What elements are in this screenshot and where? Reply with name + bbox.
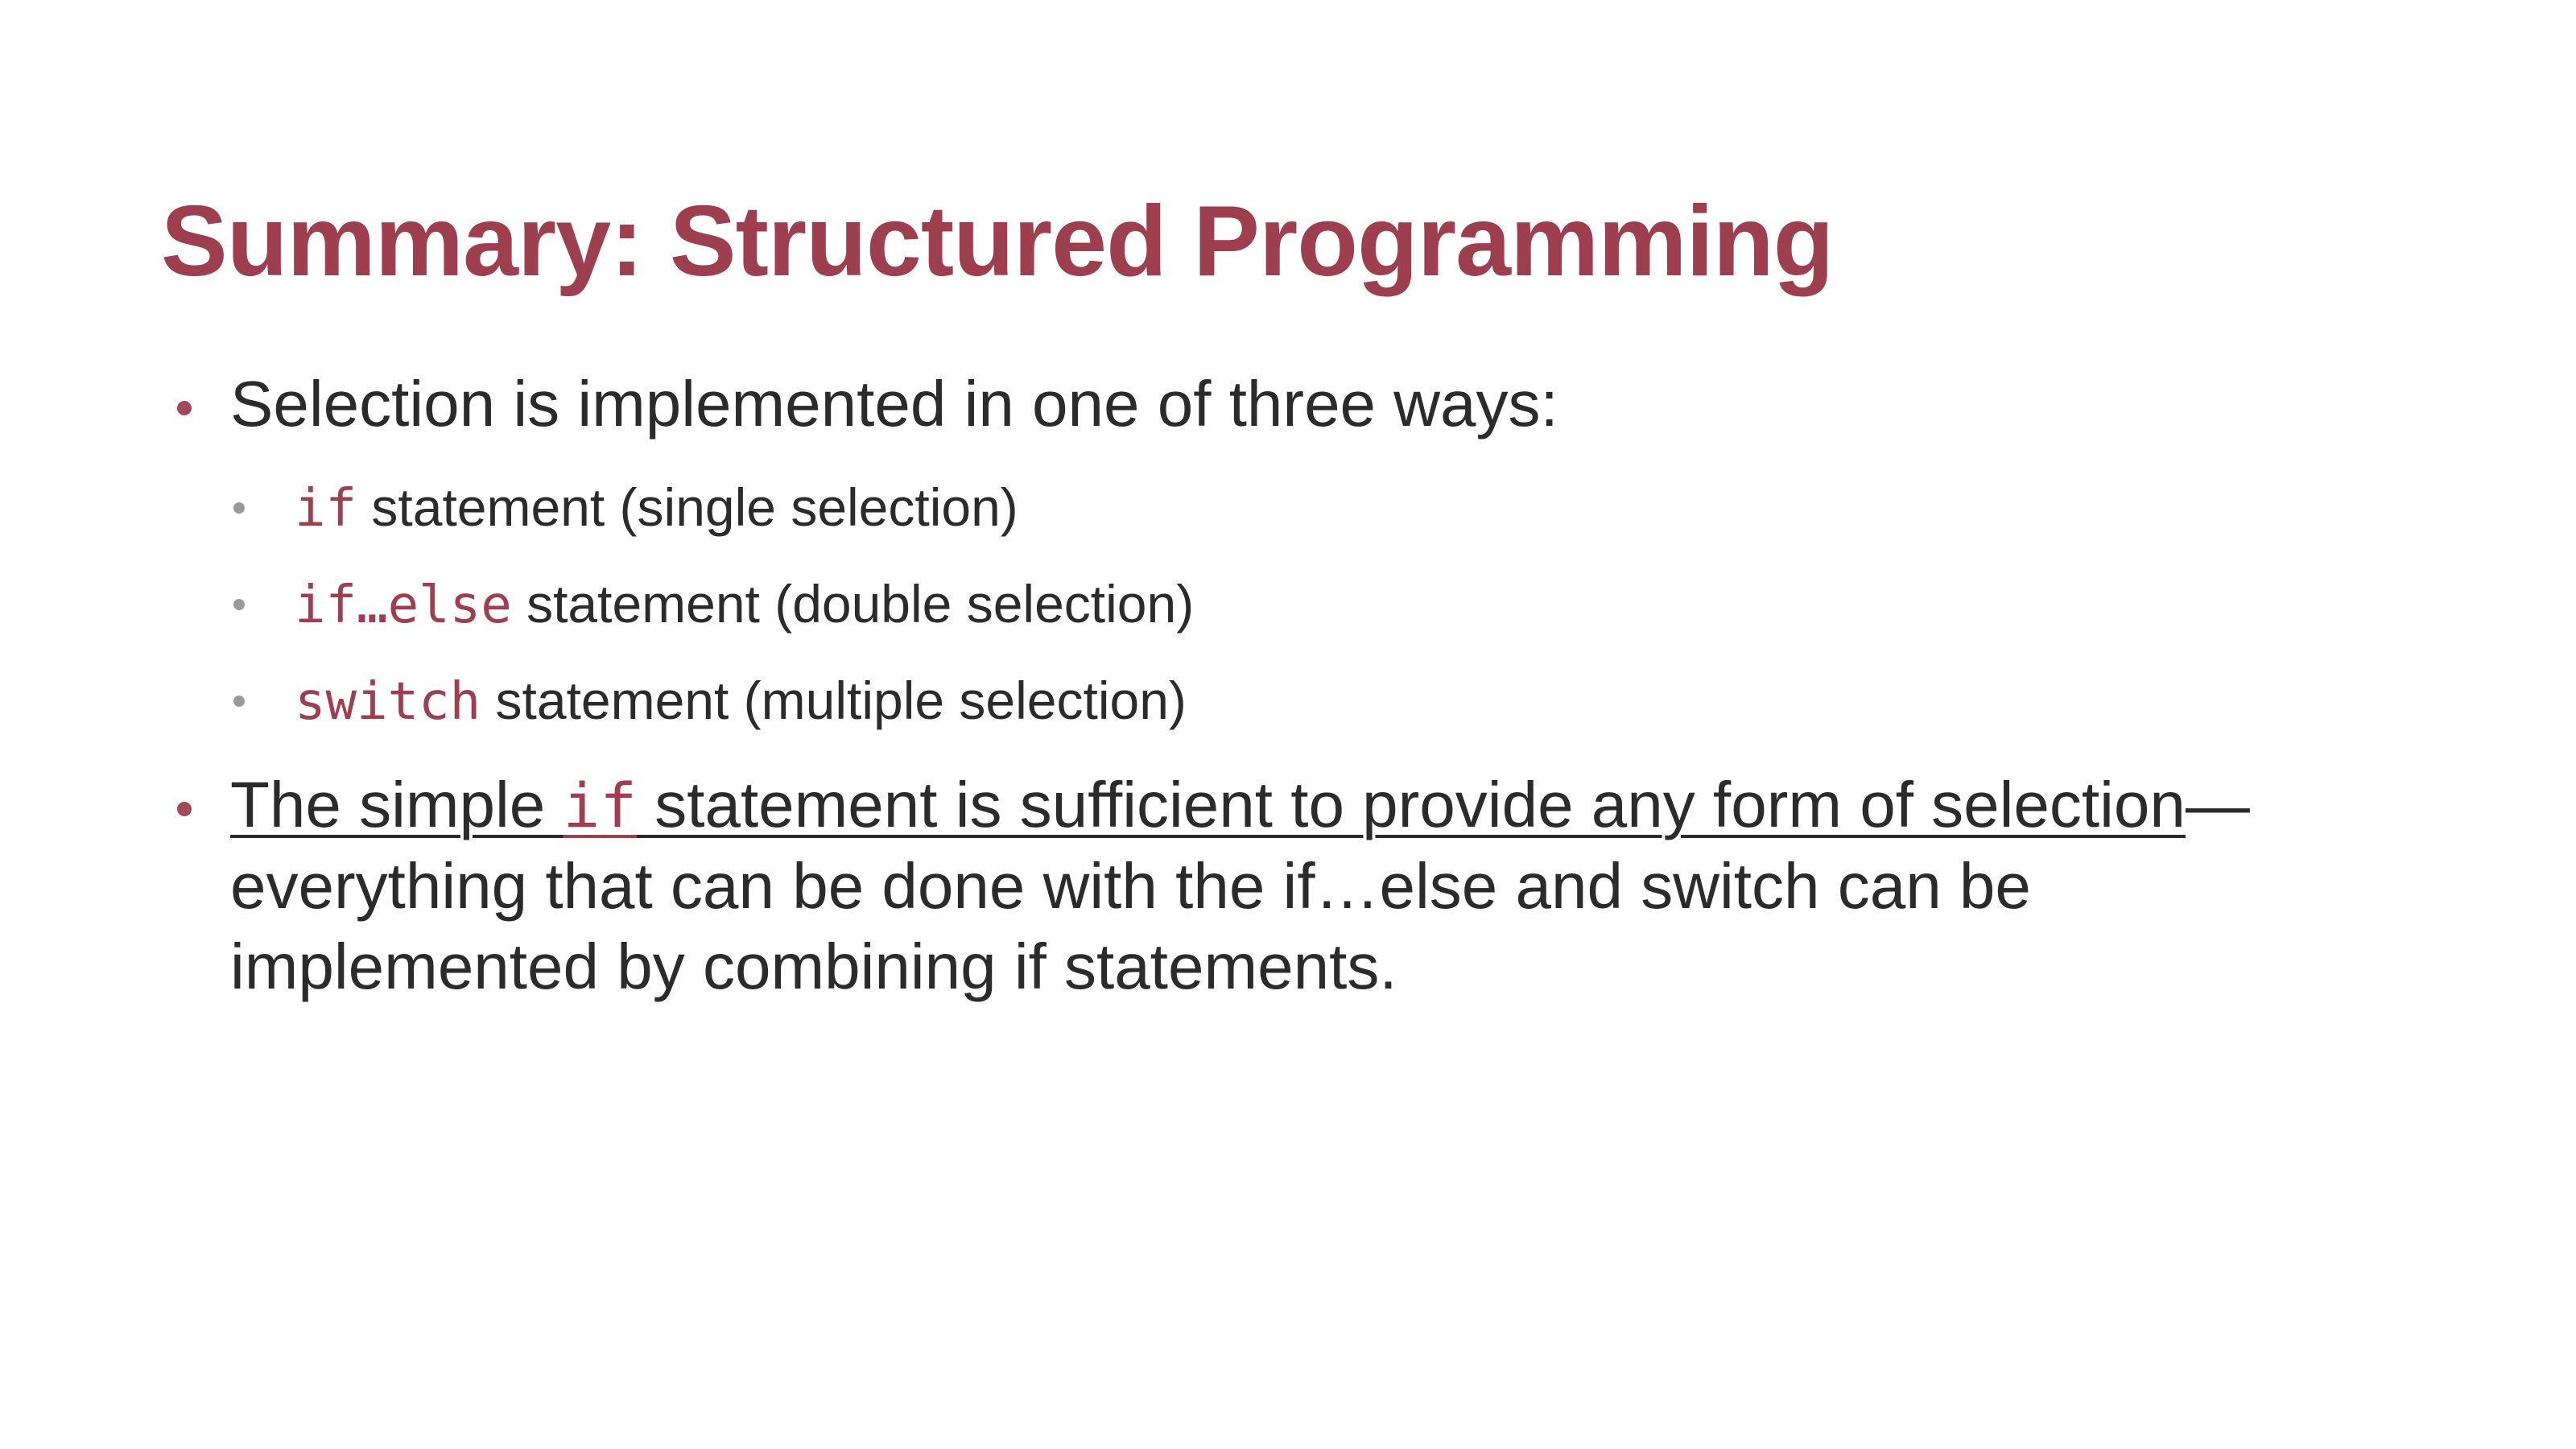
subitem-text: statement (single selection) — [371, 477, 1018, 537]
sub-bullet-dot-icon — [233, 696, 245, 707]
subitem-text: statement (multiple selection) — [495, 671, 1187, 730]
code-keyword: switch — [295, 672, 481, 732]
code-keyword: if — [295, 479, 357, 539]
bullet-dot-icon — [177, 802, 192, 816]
underlined-statement: statement is sufficient to provide any f… — [637, 769, 2186, 840]
slide: Summary: Structured Programming Selectio… — [0, 0, 2576, 1449]
bullet-dot-icon — [177, 401, 192, 415]
subitem-if: if statement (single selection) — [233, 475, 1018, 541]
subitem-text: statement (double selection) — [526, 574, 1195, 634]
bullet-text: Selection is implemented in one of three… — [230, 368, 1558, 440]
code-keyword: if — [563, 770, 637, 841]
slide-title: Summary: Structured Programming — [161, 186, 1834, 297]
subitem-if-else: if…else statement (double selection) — [233, 572, 1195, 638]
bullet-simple-if: The simple if statement is sufficient to… — [177, 765, 2355, 1007]
sub-bullet-dot-icon — [233, 599, 245, 610]
code-keyword: if…else — [295, 576, 512, 635]
sub-bullet-dot-icon — [233, 502, 245, 514]
subitem-switch: switch statement (multiple selection) — [233, 668, 1187, 734]
underlined-prefix: The simple — [230, 769, 564, 840]
bullet-selection: Selection is implemented in one of three… — [177, 364, 1558, 444]
